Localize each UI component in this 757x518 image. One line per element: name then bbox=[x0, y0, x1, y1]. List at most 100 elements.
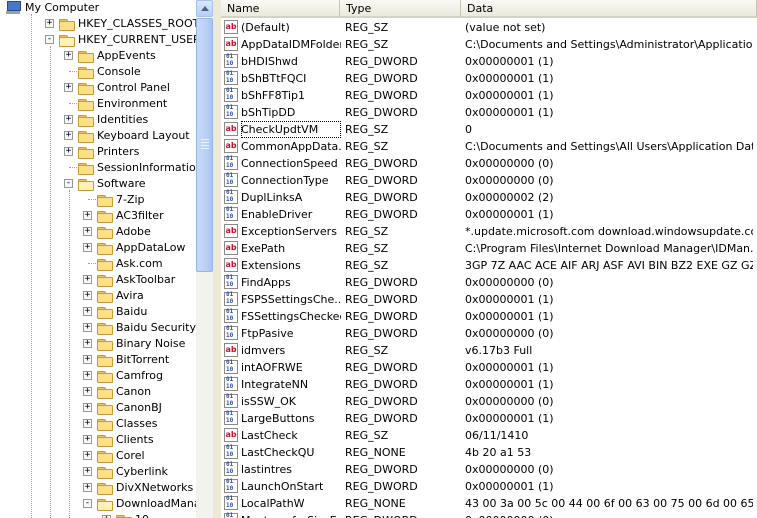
value-row[interactable]: (Default) REG_SZ (value not set) bbox=[221, 19, 757, 36]
collapse-icon[interactable]: - bbox=[64, 179, 73, 188]
expand-icon[interactable]: + bbox=[64, 131, 73, 140]
column-header-type[interactable]: Type bbox=[340, 0, 461, 18]
tree-item[interactable]: + Baidu Security bbox=[0, 320, 196, 336]
value-row[interactable]: LargeButtons REG_DWORD 0x00000001 (1) bbox=[221, 410, 757, 427]
tree-item[interactable]: + Cyberlink bbox=[0, 464, 196, 480]
value-row[interactable]: MaxtransferSizeE... REG_DWORD 0x00000000 (… bbox=[221, 512, 757, 518]
tree-item[interactable]: Console bbox=[0, 64, 196, 80]
expand-icon[interactable]: + bbox=[83, 467, 92, 476]
expand-icon[interactable]: + bbox=[64, 147, 73, 156]
value-row[interactable]: intAOFRWE REG_DWORD 0x00000001 (1) bbox=[221, 359, 757, 376]
value-row[interactable]: lastintres REG_DWORD 0x00000000 (0) bbox=[221, 461, 757, 478]
expand-icon[interactable]: + bbox=[83, 307, 92, 316]
tree-item[interactable]: + Classes bbox=[0, 416, 196, 432]
tree-item[interactable]: + Adobe bbox=[0, 224, 196, 240]
tree-item[interactable]: + Clients bbox=[0, 432, 196, 448]
tree-item[interactable]: SessionInformation bbox=[0, 160, 196, 176]
collapse-icon[interactable]: - bbox=[45, 35, 54, 44]
value-row[interactable]: LastCheck REG_SZ 06/11/1410 bbox=[221, 427, 757, 444]
expand-icon[interactable]: + bbox=[83, 227, 92, 236]
tree-item[interactable]: Ask.com bbox=[0, 256, 196, 272]
value-row[interactable]: ExceptionServers REG_SZ *.update.microsoft… bbox=[221, 223, 757, 240]
tree-item[interactable]: + Corel bbox=[0, 448, 196, 464]
value-row[interactable]: bShTipDD REG_DWORD 0x00000001 (1) bbox=[221, 104, 757, 121]
tree-item[interactable]: + CanonBJ bbox=[0, 400, 196, 416]
value-row[interactable]: bHDIShwd REG_DWORD 0x00000001 (1) bbox=[221, 53, 757, 70]
value-row[interactable]: bShBTtFQCI REG_DWORD 0x00000001 (1) bbox=[221, 70, 757, 87]
value-row[interactable]: DuplLinksA REG_DWORD 0x00000002 (2) bbox=[221, 189, 757, 206]
tree-item[interactable]: + Keyboard Layout bbox=[0, 128, 196, 144]
value-type: REG_DWORD bbox=[345, 157, 418, 170]
value-row[interactable]: FSSettingsChecked REG_DWORD 0x00000001 (1) bbox=[221, 308, 757, 325]
tree-item[interactable]: + Avira bbox=[0, 288, 196, 304]
tree-item[interactable]: Environment bbox=[0, 96, 196, 112]
expand-icon[interactable]: + bbox=[83, 387, 92, 396]
value-row[interactable]: EnableDriver REG_DWORD 0x00000001 (1) bbox=[221, 206, 757, 223]
value-row[interactable]: bShFF8Tip1 REG_DWORD 0x00000001 (1) bbox=[221, 87, 757, 104]
registry-tree[interactable]: My Computer + HKEY_CLASSES_ROOT - HKEY_CURRE… bbox=[0, 0, 196, 518]
tree-item[interactable]: +10 bbox=[0, 512, 196, 518]
tree-item[interactable]: - Software bbox=[0, 176, 196, 192]
expand-icon[interactable]: + bbox=[83, 403, 92, 412]
expand-icon[interactable]: + bbox=[64, 83, 73, 92]
value-row[interactable]: ConnectionType REG_DWORD 0x00000000 (0) bbox=[221, 172, 757, 189]
value-row[interactable]: IntegrateNN REG_DWORD 0x00000001 (1) bbox=[221, 376, 757, 393]
expand-icon[interactable]: + bbox=[83, 275, 92, 284]
value-row[interactable]: FtpPasive REG_DWORD 0x00000000 (0) bbox=[221, 325, 757, 342]
tree-item[interactable]: My Computer bbox=[0, 0, 196, 16]
expand-icon[interactable]: + bbox=[83, 451, 92, 460]
tree-item[interactable]: + Binary Noise bbox=[0, 336, 196, 352]
expand-icon[interactable]: + bbox=[64, 51, 73, 60]
pane-splitter[interactable] bbox=[213, 0, 221, 518]
value-row[interactable]: FindApps REG_DWORD 0x00000000 (0) bbox=[221, 274, 757, 291]
expand-icon[interactable]: + bbox=[83, 435, 92, 444]
tree-item[interactable]: + BitTorrent bbox=[0, 352, 196, 368]
tree-item[interactable]: + Baidu bbox=[0, 304, 196, 320]
expand-icon[interactable]: + bbox=[83, 211, 92, 220]
tree-item[interactable]: + Canon bbox=[0, 384, 196, 400]
tree-item[interactable]: + Camfrog bbox=[0, 368, 196, 384]
value-row[interactable]: CheckUpdtVM REG_SZ 0 bbox=[221, 121, 757, 138]
expand-icon[interactable]: + bbox=[45, 19, 54, 28]
column-header-data[interactable]: Data bbox=[461, 0, 757, 18]
value-row[interactable]: CommonAppData... REG_SZ C:\Documents and S… bbox=[221, 138, 757, 155]
tree-item[interactable]: + Printers bbox=[0, 144, 196, 160]
value-row[interactable]: LastCheckQU REG_NONE 4b 20 a1 53 bbox=[221, 444, 757, 461]
value-row[interactable]: AppDataIDMFolder REG_SZ C:\Documents and S… bbox=[221, 36, 757, 53]
value-row[interactable]: Extensions REG_SZ 3GP 7Z AAC ACE AIF ARJ A… bbox=[221, 257, 757, 274]
binary-value-icon bbox=[224, 326, 238, 340]
expand-icon[interactable]: + bbox=[83, 371, 92, 380]
tree-item[interactable]: - DownloadManager bbox=[0, 496, 196, 512]
collapse-icon[interactable]: - bbox=[83, 499, 92, 508]
tree-item[interactable]: + HKEY_CLASSES_ROOT bbox=[0, 16, 196, 32]
scrollbar-thumb[interactable] bbox=[196, 18, 213, 272]
values-list[interactable]: Name Type Data (Default) REG_SZ (value not… bbox=[221, 0, 757, 518]
tree-item[interactable]: + Control Panel bbox=[0, 80, 196, 96]
tree-item[interactable]: + AC3filter bbox=[0, 208, 196, 224]
value-row[interactable]: ExePath REG_SZ C:\Program Files\Internet D… bbox=[221, 240, 757, 257]
value-row[interactable]: LaunchOnStart REG_DWORD 0x00000001 (1) bbox=[221, 478, 757, 495]
value-row[interactable]: isSSW_OK REG_DWORD 0x00000000 (0) bbox=[221, 393, 757, 410]
value-row[interactable]: ConnectionSpeed REG_DWORD 0x00000000 (0) bbox=[221, 155, 757, 172]
tree-item[interactable]: + DivXNetworks bbox=[0, 480, 196, 496]
expand-icon[interactable]: + bbox=[83, 291, 92, 300]
expand-icon[interactable]: + bbox=[83, 339, 92, 348]
expand-icon[interactable]: + bbox=[83, 419, 92, 428]
tree-item[interactable]: 7-Zip bbox=[0, 192, 196, 208]
value-row[interactable]: idmvers REG_SZ v6.17b3 Full bbox=[221, 342, 757, 359]
value-row[interactable]: FSPSSettingsChe... REG_DWORD 0x00000001 (1… bbox=[221, 291, 757, 308]
tree-item[interactable]: + AppEvents bbox=[0, 48, 196, 64]
scroll-up-arrow-icon[interactable] bbox=[196, 0, 213, 17]
tree-item[interactable]: - HKEY_CURRENT_USER bbox=[0, 32, 196, 48]
value-row[interactable]: LocalPathW REG_NONE 43 00 3a 00 5c 00 44 0… bbox=[221, 495, 757, 512]
expand-icon[interactable]: + bbox=[83, 243, 92, 252]
tree-scrollbar[interactable] bbox=[196, 0, 213, 518]
tree-item[interactable]: + Identities bbox=[0, 112, 196, 128]
expand-icon[interactable]: + bbox=[83, 355, 92, 364]
expand-icon[interactable]: + bbox=[83, 483, 92, 492]
column-header-name[interactable]: Name bbox=[221, 0, 340, 18]
expand-icon[interactable]: + bbox=[83, 323, 92, 332]
tree-item[interactable]: + AskToolbar bbox=[0, 272, 196, 288]
expand-icon[interactable]: + bbox=[64, 115, 73, 124]
tree-item[interactable]: + AppDataLow bbox=[0, 240, 196, 256]
